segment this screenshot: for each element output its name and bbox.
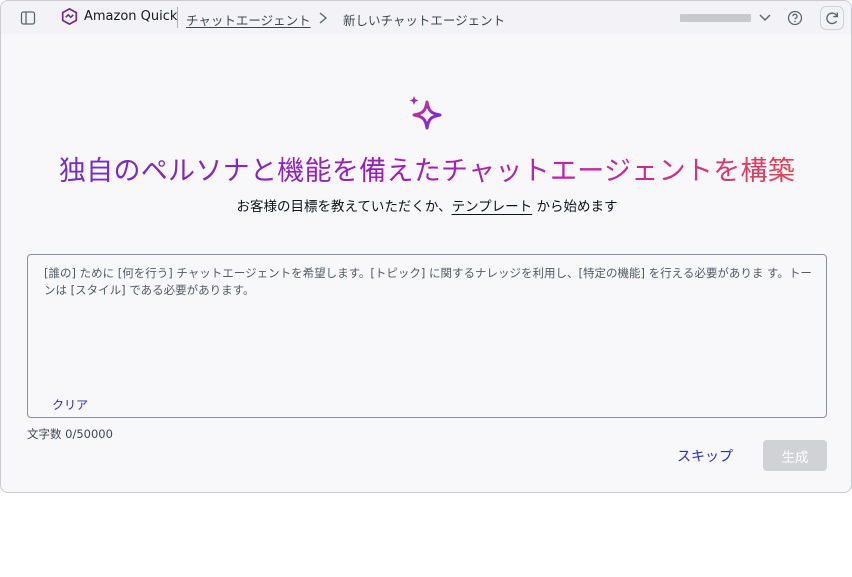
top-bar: Amazon Quick チャットエージェント 新しいチャットエージェント (1, 1, 851, 34)
brand-logo[interactable]: Amazon Quick (61, 8, 177, 25)
goal-prompt-input[interactable] (44, 265, 814, 385)
refresh-icon (826, 12, 839, 25)
subtitle-text: お客様の目標を教えていただくか、 (236, 199, 452, 215)
sidebar-toggle-icon[interactable] (17, 7, 39, 29)
subtitle-text-end: から始めます (532, 199, 618, 215)
clear-button[interactable]: クリア (52, 396, 88, 413)
character-count: 文字数 0/50000 (27, 427, 113, 441)
generate-button[interactable]: 生成 (763, 440, 827, 471)
page-title: 独自のペルソナと機能を備えたチャットエージェントを構築 (1, 149, 851, 188)
help-icon[interactable] (784, 7, 806, 29)
app-window: Amazon Quick チャットエージェント 新しいチャットエージェント 独自… (0, 0, 852, 493)
brand-name: Amazon Quick (84, 9, 178, 24)
chevron-right-icon (317, 10, 329, 29)
page-subtitle: お客様の目標を教えていただくか、テンプレート から始めます (1, 195, 851, 215)
account-selector[interactable] (680, 14, 751, 22)
refresh-button[interactable] (820, 6, 844, 30)
breadcrumb-chat-agents[interactable]: チャットエージェント (186, 10, 311, 29)
sparkle-icon (409, 96, 442, 130)
template-link[interactable]: テンプレート (452, 199, 533, 215)
header-divider (177, 7, 178, 28)
chevron-down-icon[interactable] (758, 8, 772, 30)
amazon-quick-logo (61, 8, 78, 25)
breadcrumb-current: 新しいチャットエージェント (343, 13, 506, 28)
skip-button[interactable]: スキップ (665, 442, 745, 470)
prompt-box: クリア (27, 254, 827, 418)
